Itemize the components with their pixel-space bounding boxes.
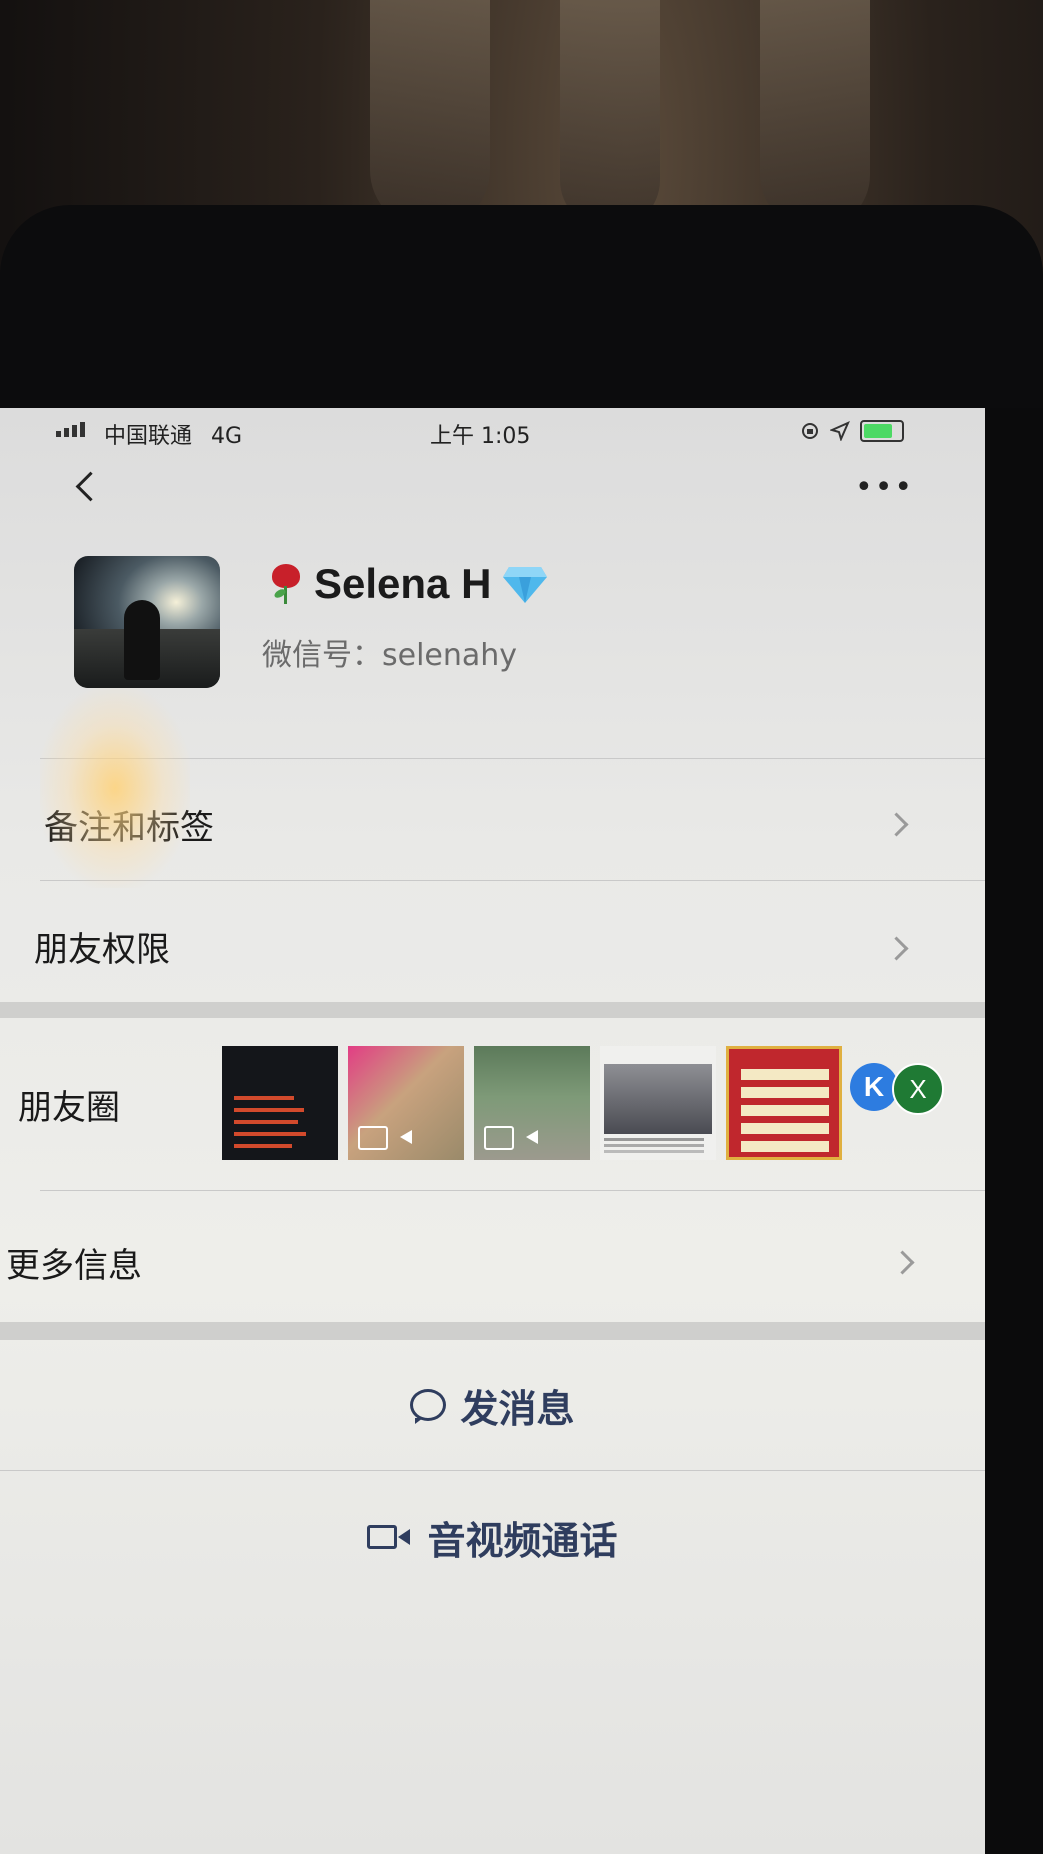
more-info-row[interactable]: 更多信息 xyxy=(0,1192,985,1322)
moment-thumbnail xyxy=(726,1046,842,1160)
moments-app-badges: K X xyxy=(850,1063,944,1115)
battery-icon xyxy=(860,420,904,442)
friend-permissions-row[interactable]: 朋友权限 xyxy=(0,882,985,1002)
video-call-button[interactable]: 音视频通话 xyxy=(0,1472,985,1602)
chevron-right-icon xyxy=(890,1250,915,1275)
video-icon xyxy=(484,1126,538,1150)
carrier-label: 中国联通 4G xyxy=(104,418,242,450)
background-cloth xyxy=(370,0,490,230)
more-options-icon[interactable]: ••• xyxy=(855,470,914,505)
status-icons xyxy=(800,420,904,442)
divider xyxy=(40,880,985,881)
phone-screen: 中国联通 4G 上午 1:05 ••• Selena H 微信号：selenah… xyxy=(0,408,985,1854)
moments-row[interactable]: 朋友圈 K X xyxy=(0,1018,985,1190)
rose-icon xyxy=(268,564,302,604)
profile-header: Selena H 微信号：selenahy xyxy=(0,548,985,708)
nav-bar: ••• xyxy=(0,458,985,528)
moments-label: 朋友圈 xyxy=(18,1088,120,1128)
moments-thumbnails xyxy=(222,1046,842,1160)
background-cloth xyxy=(560,0,660,230)
divider xyxy=(40,1190,985,1191)
avatar[interactable] xyxy=(74,556,220,688)
location-icon xyxy=(830,421,850,441)
background-cloth xyxy=(760,0,870,230)
status-time: 上午 1:05 xyxy=(430,424,531,449)
video-icon xyxy=(358,1126,412,1150)
divider xyxy=(40,758,985,759)
chevron-right-icon xyxy=(884,936,909,961)
status-bar: 中国联通 4G 上午 1:05 xyxy=(0,408,985,458)
moment-thumbnail xyxy=(348,1046,464,1160)
section-gap xyxy=(0,1002,985,1018)
video-camera-icon xyxy=(367,1525,411,1549)
section-gap xyxy=(0,1322,985,1340)
remarks-tags-row[interactable]: 备注和标签 xyxy=(0,760,985,880)
moment-thumbnail xyxy=(222,1046,338,1160)
network-type: 4G xyxy=(211,424,243,449)
wechat-id: 微信号：selenahy xyxy=(262,638,518,673)
divider xyxy=(0,1470,985,1471)
chevron-left-icon[interactable] xyxy=(75,471,106,502)
send-message-label: 发消息 xyxy=(460,1386,575,1431)
chevron-right-icon xyxy=(884,812,909,837)
photo-background: 中国联通 4G 上午 1:05 ••• Selena H 微信号：selenah… xyxy=(0,0,1043,1854)
carrier-name: 中国联通 xyxy=(104,424,193,449)
send-message-button[interactable]: 发消息 xyxy=(0,1340,985,1470)
moment-thumbnail xyxy=(600,1046,716,1160)
chat-bubble-icon xyxy=(410,1389,447,1424)
friend-permissions-label: 朋友权限 xyxy=(34,930,170,970)
moment-thumbnail xyxy=(474,1046,590,1160)
app-badge-x-icon: X xyxy=(892,1063,944,1115)
rotation-lock-icon xyxy=(802,423,818,439)
more-info-label: 更多信息 xyxy=(6,1246,142,1286)
video-call-label: 音视频通话 xyxy=(427,1518,618,1563)
remarks-tags-label: 备注和标签 xyxy=(44,808,214,848)
signal-icon xyxy=(56,422,85,437)
app-badge-k-icon: K xyxy=(850,1063,898,1111)
profile-name: Selena H xyxy=(314,560,492,607)
profile-name-row: Selena H xyxy=(268,560,548,608)
diamond-icon xyxy=(503,565,548,603)
phone-edge xyxy=(985,408,1043,1854)
